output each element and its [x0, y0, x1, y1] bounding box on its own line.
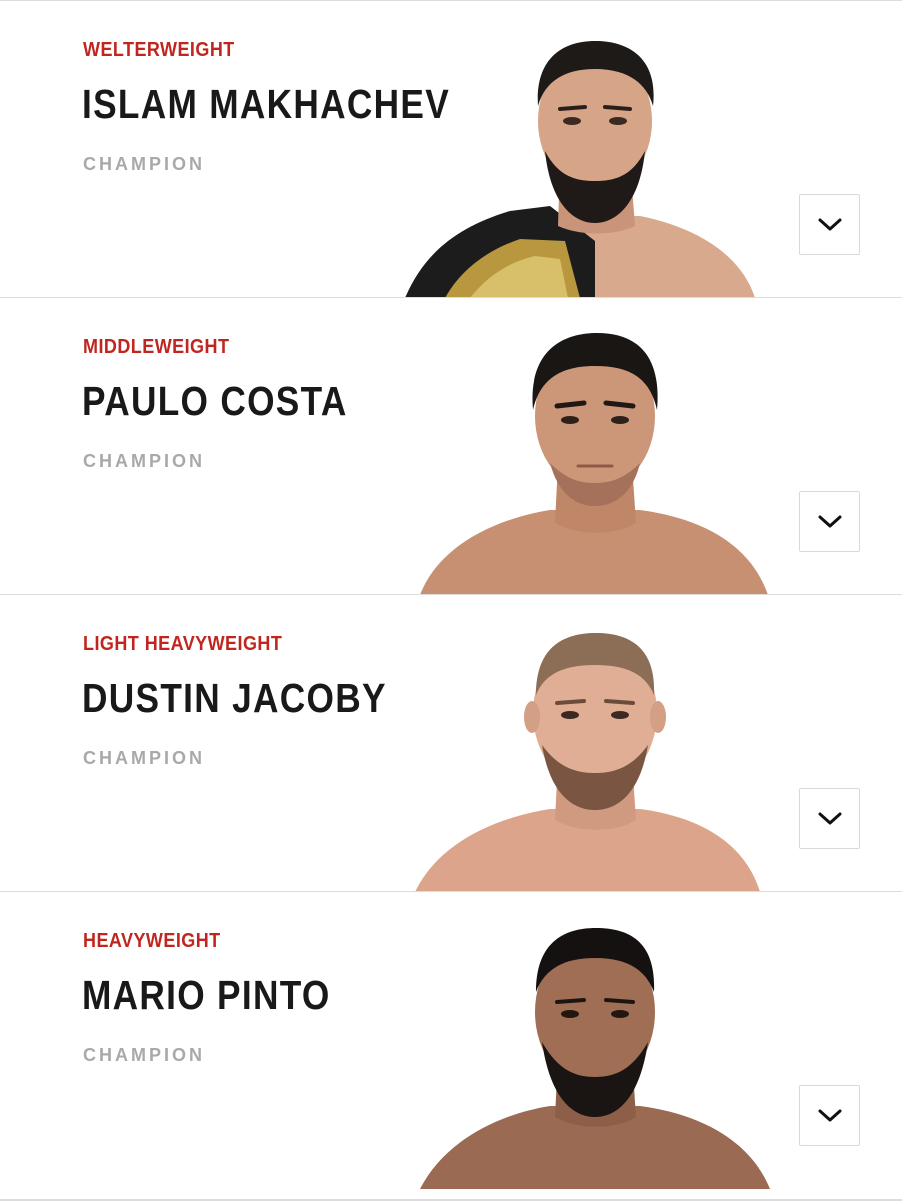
fighter-name[interactable]: MARIO PINTO	[82, 972, 331, 1019]
fighter-name[interactable]: ISLAM MAKHACHEV	[82, 81, 450, 128]
expand-button[interactable]	[799, 1085, 860, 1146]
expand-button[interactable]	[799, 788, 860, 849]
division-label: MIDDLEWEIGHT	[83, 336, 230, 358]
fighter-photo	[405, 41, 755, 297]
rank-label: CHAMPION	[83, 1045, 205, 1065]
rank-label: CHAMPION	[83, 154, 205, 174]
rank-label: CHAMPION	[83, 748, 205, 768]
chevron-down-icon	[818, 812, 841, 824]
expand-button[interactable]	[799, 194, 860, 255]
chevron-down-icon	[818, 1109, 841, 1121]
division-label: WELTERWEIGHT	[83, 39, 235, 61]
fighter-photo	[420, 928, 770, 1189]
fighter-name[interactable]: PAULO COSTA	[82, 378, 348, 425]
champion-card-middleweight[interactable]: MIDDLEWEIGHT PAULO COSTA CHAMPION	[0, 297, 902, 594]
chevron-down-icon	[818, 515, 841, 527]
rank-label: CHAMPION	[83, 451, 205, 471]
champion-card-light-heavyweight[interactable]: LIGHT HEAVYWEIGHT DUSTIN JACOBY CHAMPION	[0, 594, 902, 891]
expand-button[interactable]	[799, 491, 860, 552]
fighter-name[interactable]: DUSTIN JACOBY	[82, 675, 387, 722]
chevron-down-icon	[818, 218, 841, 230]
champion-card-welterweight[interactable]: WELTERWEIGHT ISLAM MAKHACHEV CHAMPION	[0, 0, 902, 297]
division-champions-list: WELTERWEIGHT ISLAM MAKHACHEV CHAMPION MI…	[0, 0, 902, 1201]
division-label: LIGHT HEAVYWEIGHT	[83, 633, 283, 655]
division-label: HEAVYWEIGHT	[83, 930, 221, 952]
fighter-photo	[420, 333, 768, 594]
champion-card-heavyweight[interactable]: HEAVYWEIGHT MARIO PINTO CHAMPION	[0, 891, 902, 1201]
fighter-photo	[415, 633, 760, 891]
